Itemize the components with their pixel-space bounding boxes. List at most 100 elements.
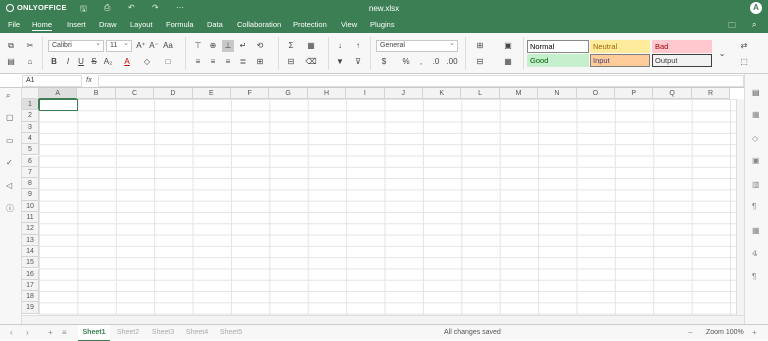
- filter-icon[interactable]: ▼: [334, 56, 346, 68]
- row-header[interactable]: 18: [22, 291, 39, 303]
- row-header[interactable]: 14: [22, 245, 39, 258]
- align-left-icon[interactable]: ≡: [192, 56, 204, 68]
- cell-area[interactable]: [39, 99, 744, 315]
- column-header[interactable]: O: [576, 88, 615, 99]
- about-icon[interactable]: ⓘ: [6, 203, 14, 214]
- paste-icon[interactable]: ▤: [5, 56, 17, 68]
- align-center-icon[interactable]: ≡: [207, 56, 219, 68]
- spellcheck-icon[interactable]: ✓: [6, 158, 13, 167]
- merge-icon[interactable]: ⊞: [254, 56, 266, 68]
- row-header[interactable]: 16: [22, 268, 39, 280]
- column-header[interactable]: J: [384, 88, 423, 99]
- tab-home[interactable]: Home: [32, 20, 53, 31]
- column-header[interactable]: H: [307, 88, 347, 99]
- align-right-icon[interactable]: ≡: [222, 56, 234, 68]
- row-header[interactable]: 2: [22, 110, 39, 122]
- font-color-icon[interactable]: A: [121, 56, 133, 68]
- row-header[interactable]: 9: [22, 189, 39, 201]
- increase-font-icon[interactable]: A⁺: [135, 40, 147, 52]
- search-icon[interactable]: ⌕: [752, 20, 756, 30]
- insert-cells-icon[interactable]: ⊟: [285, 56, 297, 68]
- row-header[interactable]: 5: [22, 144, 39, 156]
- format-painter-icon[interactable]: ⌂: [24, 56, 36, 68]
- first-sheet-icon[interactable]: ‹: [10, 328, 13, 337]
- increase-decimal-icon[interactable]: .00: [446, 56, 458, 68]
- style-output[interactable]: Output: [652, 54, 712, 67]
- column-header[interactable]: Q: [653, 88, 692, 99]
- decrease-font-icon[interactable]: A⁻: [148, 40, 160, 52]
- sheet-tab-5[interactable]: Sheet5: [215, 325, 247, 341]
- conditional-format-icon[interactable]: ▣: [502, 40, 514, 52]
- cut-icon[interactable]: ✂: [24, 40, 36, 52]
- style-good[interactable]: Good: [527, 54, 589, 67]
- bold-icon[interactable]: B: [48, 56, 60, 68]
- pivot-settings-icon[interactable]: ▦: [752, 226, 760, 235]
- row-header[interactable]: 12: [22, 223, 39, 235]
- signature-icon[interactable]: ¶: [752, 272, 756, 281]
- fill-color-icon[interactable]: ◇: [141, 56, 153, 68]
- wrap-text-icon[interactable]: ↵: [237, 40, 249, 52]
- row-header[interactable]: 1: [22, 99, 39, 111]
- decrease-decimal-icon[interactable]: .0: [430, 56, 442, 68]
- currency-icon[interactable]: $: [378, 56, 390, 68]
- replace-icon[interactable]: ⇄: [738, 40, 750, 52]
- sheet-tab-4[interactable]: Sheet4: [181, 325, 213, 341]
- paragraph-settings-icon[interactable]: ¶: [752, 202, 756, 211]
- sort-desc-icon[interactable]: ↑: [352, 40, 364, 52]
- add-sheet-icon[interactable]: +: [48, 328, 53, 337]
- row-header[interactable]: 10: [22, 200, 39, 212]
- comments-icon[interactable]: ▢: [6, 113, 14, 122]
- align-top-icon[interactable]: ⊤: [192, 40, 204, 52]
- column-header[interactable]: G: [269, 88, 308, 99]
- column-header[interactable]: N: [538, 88, 577, 99]
- underline-icon[interactable]: U: [75, 56, 87, 68]
- tab-insert[interactable]: Insert: [67, 20, 86, 29]
- comma-icon[interactable]: ,: [415, 56, 427, 68]
- justify-icon[interactable]: ≣: [237, 56, 249, 68]
- column-header[interactable]: P: [615, 88, 654, 99]
- user-avatar[interactable]: A: [750, 2, 762, 14]
- formula-input[interactable]: [98, 75, 744, 87]
- column-header[interactable]: K: [423, 88, 462, 99]
- tab-draw[interactable]: Draw: [99, 20, 117, 29]
- column-header[interactable]: D: [154, 88, 193, 99]
- column-header[interactable]: M: [499, 88, 539, 99]
- row-header[interactable]: 7: [22, 166, 39, 179]
- image-settings-icon[interactable]: ▣: [752, 156, 760, 165]
- align-bottom-icon[interactable]: ⊥: [222, 40, 234, 52]
- font-family-select[interactable]: Calibri: [48, 39, 104, 52]
- column-header[interactable]: B: [77, 88, 116, 99]
- tab-file[interactable]: File: [8, 20, 20, 29]
- column-header[interactable]: C: [115, 88, 155, 99]
- shape-settings-icon[interactable]: ◇: [752, 134, 758, 143]
- named-ranges-icon[interactable]: ▦: [305, 40, 317, 52]
- tab-data[interactable]: Data: [207, 20, 223, 29]
- chart-settings-icon[interactable]: ▥: [752, 180, 760, 189]
- borders-icon[interactable]: □: [162, 56, 174, 68]
- change-case-icon[interactable]: Aa: [162, 40, 174, 52]
- column-header[interactable]: L: [461, 88, 500, 99]
- orientation-icon[interactable]: ⟲: [254, 40, 266, 52]
- delete-icon[interactable]: ⊟: [474, 56, 486, 68]
- table-settings-icon[interactable]: ▦: [752, 110, 760, 119]
- row-header[interactable]: 13: [22, 234, 39, 246]
- sheet-tab-2[interactable]: Sheet2: [112, 325, 144, 341]
- tab-layout[interactable]: Layout: [130, 20, 153, 29]
- tab-formula[interactable]: Formula: [166, 20, 194, 29]
- row-header[interactable]: 17: [22, 279, 39, 292]
- italic-icon[interactable]: I: [62, 56, 74, 68]
- column-header[interactable]: R: [691, 88, 731, 99]
- style-input[interactable]: Input: [590, 54, 650, 67]
- row-header[interactable]: 3: [22, 121, 39, 133]
- format-as-table-icon[interactable]: ▦: [502, 56, 514, 68]
- horizontal-scrollbar[interactable]: [22, 315, 744, 324]
- cell-settings-icon[interactable]: ▤: [752, 88, 760, 97]
- column-header[interactable]: I: [346, 88, 385, 99]
- select-all-corner[interactable]: [22, 88, 39, 99]
- strikethrough-icon[interactable]: S: [88, 56, 100, 68]
- zoom-out-icon[interactable]: −: [688, 328, 693, 337]
- row-header[interactable]: 8: [22, 178, 39, 190]
- style-neutral[interactable]: Neutral: [590, 40, 650, 53]
- copy-icon[interactable]: ⧉: [5, 40, 17, 52]
- vertical-scrollbar[interactable]: [736, 99, 744, 315]
